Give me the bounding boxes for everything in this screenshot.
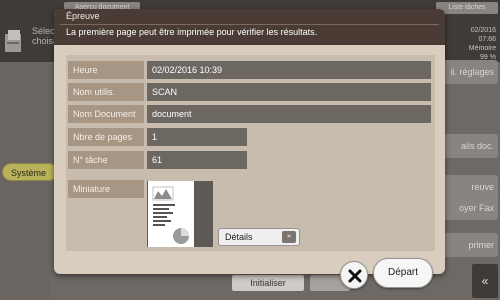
status-date: 02/2016: [470, 27, 496, 34]
no-tache-label: N° tâche: [68, 151, 144, 169]
close-button[interactable]: [340, 261, 368, 289]
double-chevron-left-icon[interactable]: «: [472, 264, 498, 298]
nom-utilis-label: Nom utilis.: [68, 83, 144, 101]
nbre-pages-label: Nbre de pages: [68, 128, 144, 146]
selection-hint: Sélec choisi: [2, 26, 56, 56]
header-divider: [60, 24, 439, 25]
envoyer-fax-button[interactable]: oyer Fax: [440, 196, 498, 220]
status-memory-label: Mémoire: [468, 45, 496, 52]
liste-taches-button[interactable]: Liste tâches: [436, 2, 498, 14]
no-tache-value: 61: [147, 151, 247, 169]
heure-value: 02/02/2016 10:39: [147, 61, 431, 79]
miniature-label: Miniature: [68, 180, 144, 198]
epreuve-dialog: Épreuve La première page peut être impri…: [54, 9, 445, 274]
status-time: 07:66: [478, 36, 496, 43]
nom-document-label: Nom Document: [68, 105, 144, 123]
selection-hint-line1: Sélec: [32, 26, 55, 36]
double-chevron-right-icon: »: [282, 231, 296, 243]
dialog-message: La première page peut être imprimée pour…: [66, 27, 318, 37]
util-reglages-button[interactable]: il. réglages: [440, 60, 498, 84]
details-button[interactable]: Détails »: [218, 228, 300, 246]
dialog-header: Épreuve La première page peut être impri…: [54, 9, 445, 45]
nom-utilis-value: SCAN: [147, 83, 431, 101]
heure-label: Heure: [68, 61, 144, 79]
selection-hint-line2: choisi: [32, 36, 56, 46]
nbre-pages-value: 1: [147, 128, 247, 146]
details-doc-button[interactable]: ails doc.: [440, 134, 498, 158]
nom-document-value: document: [147, 105, 431, 123]
initialiser-button[interactable]: Initialiser: [232, 275, 304, 291]
depart-button[interactable]: Départ: [373, 258, 433, 288]
systeme-tab[interactable]: Système: [2, 163, 58, 181]
details-button-label: Détails: [225, 232, 253, 242]
status-area: 02/2016 07:66 Mémoire 99 %: [456, 26, 496, 62]
dialog-title: Épreuve: [66, 11, 100, 21]
close-icon: [348, 269, 362, 283]
page-thumbnail: [148, 181, 194, 247]
imprimer-button[interactable]: primer: [440, 233, 498, 257]
